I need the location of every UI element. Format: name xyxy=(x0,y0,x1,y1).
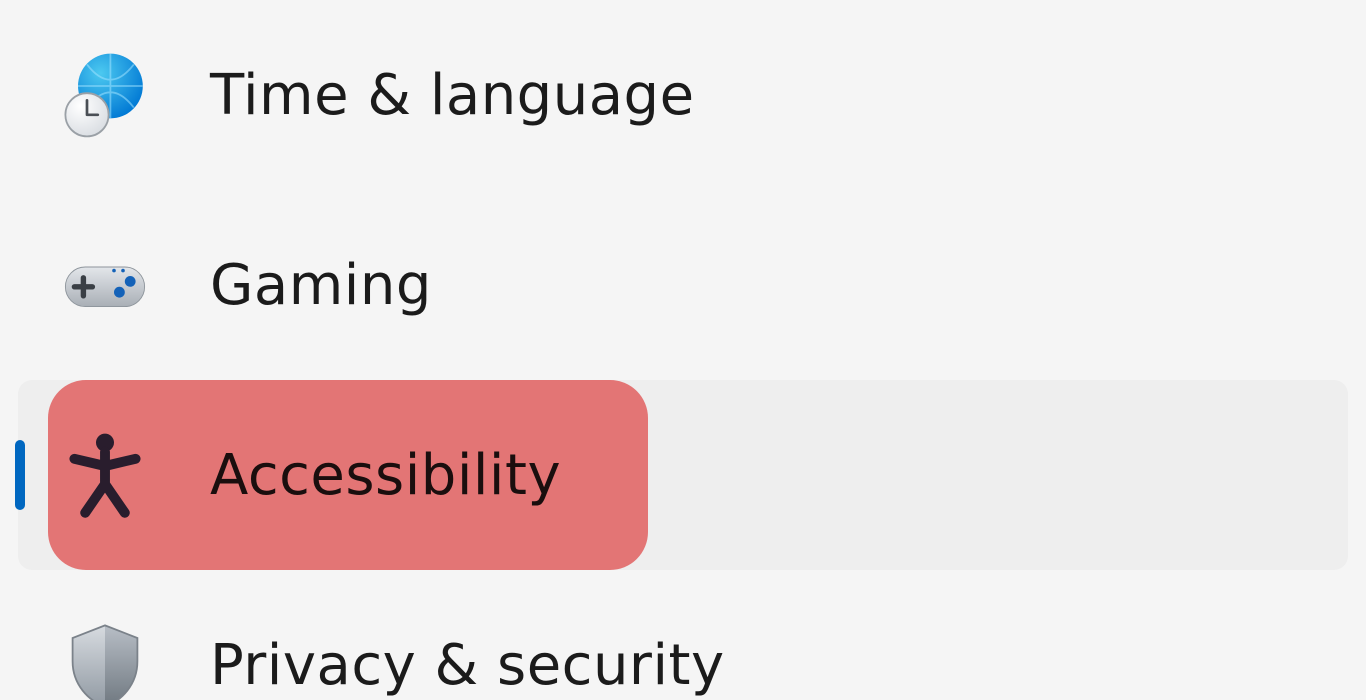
selection-indicator xyxy=(15,440,25,510)
sidebar-item-gaming[interactable]: Gaming xyxy=(0,190,1366,380)
settings-nav-sidebar: Time & language Gaming xyxy=(0,0,1366,700)
sidebar-item-label: Gaming xyxy=(210,253,432,318)
shield-icon xyxy=(60,620,150,700)
sidebar-item-label: Time & language xyxy=(210,63,695,128)
sidebar-item-label: Privacy & security xyxy=(210,633,725,698)
accessibility-icon xyxy=(60,430,150,520)
sidebar-item-time-language[interactable]: Time & language xyxy=(0,0,1366,190)
sidebar-item-accessibility[interactable]: Accessibility xyxy=(18,380,1348,570)
sidebar-item-privacy-security[interactable]: Privacy & security xyxy=(0,570,1366,700)
gamepad-icon xyxy=(60,240,150,330)
sidebar-item-label: Accessibility xyxy=(210,443,561,508)
globe-clock-icon xyxy=(60,50,150,140)
